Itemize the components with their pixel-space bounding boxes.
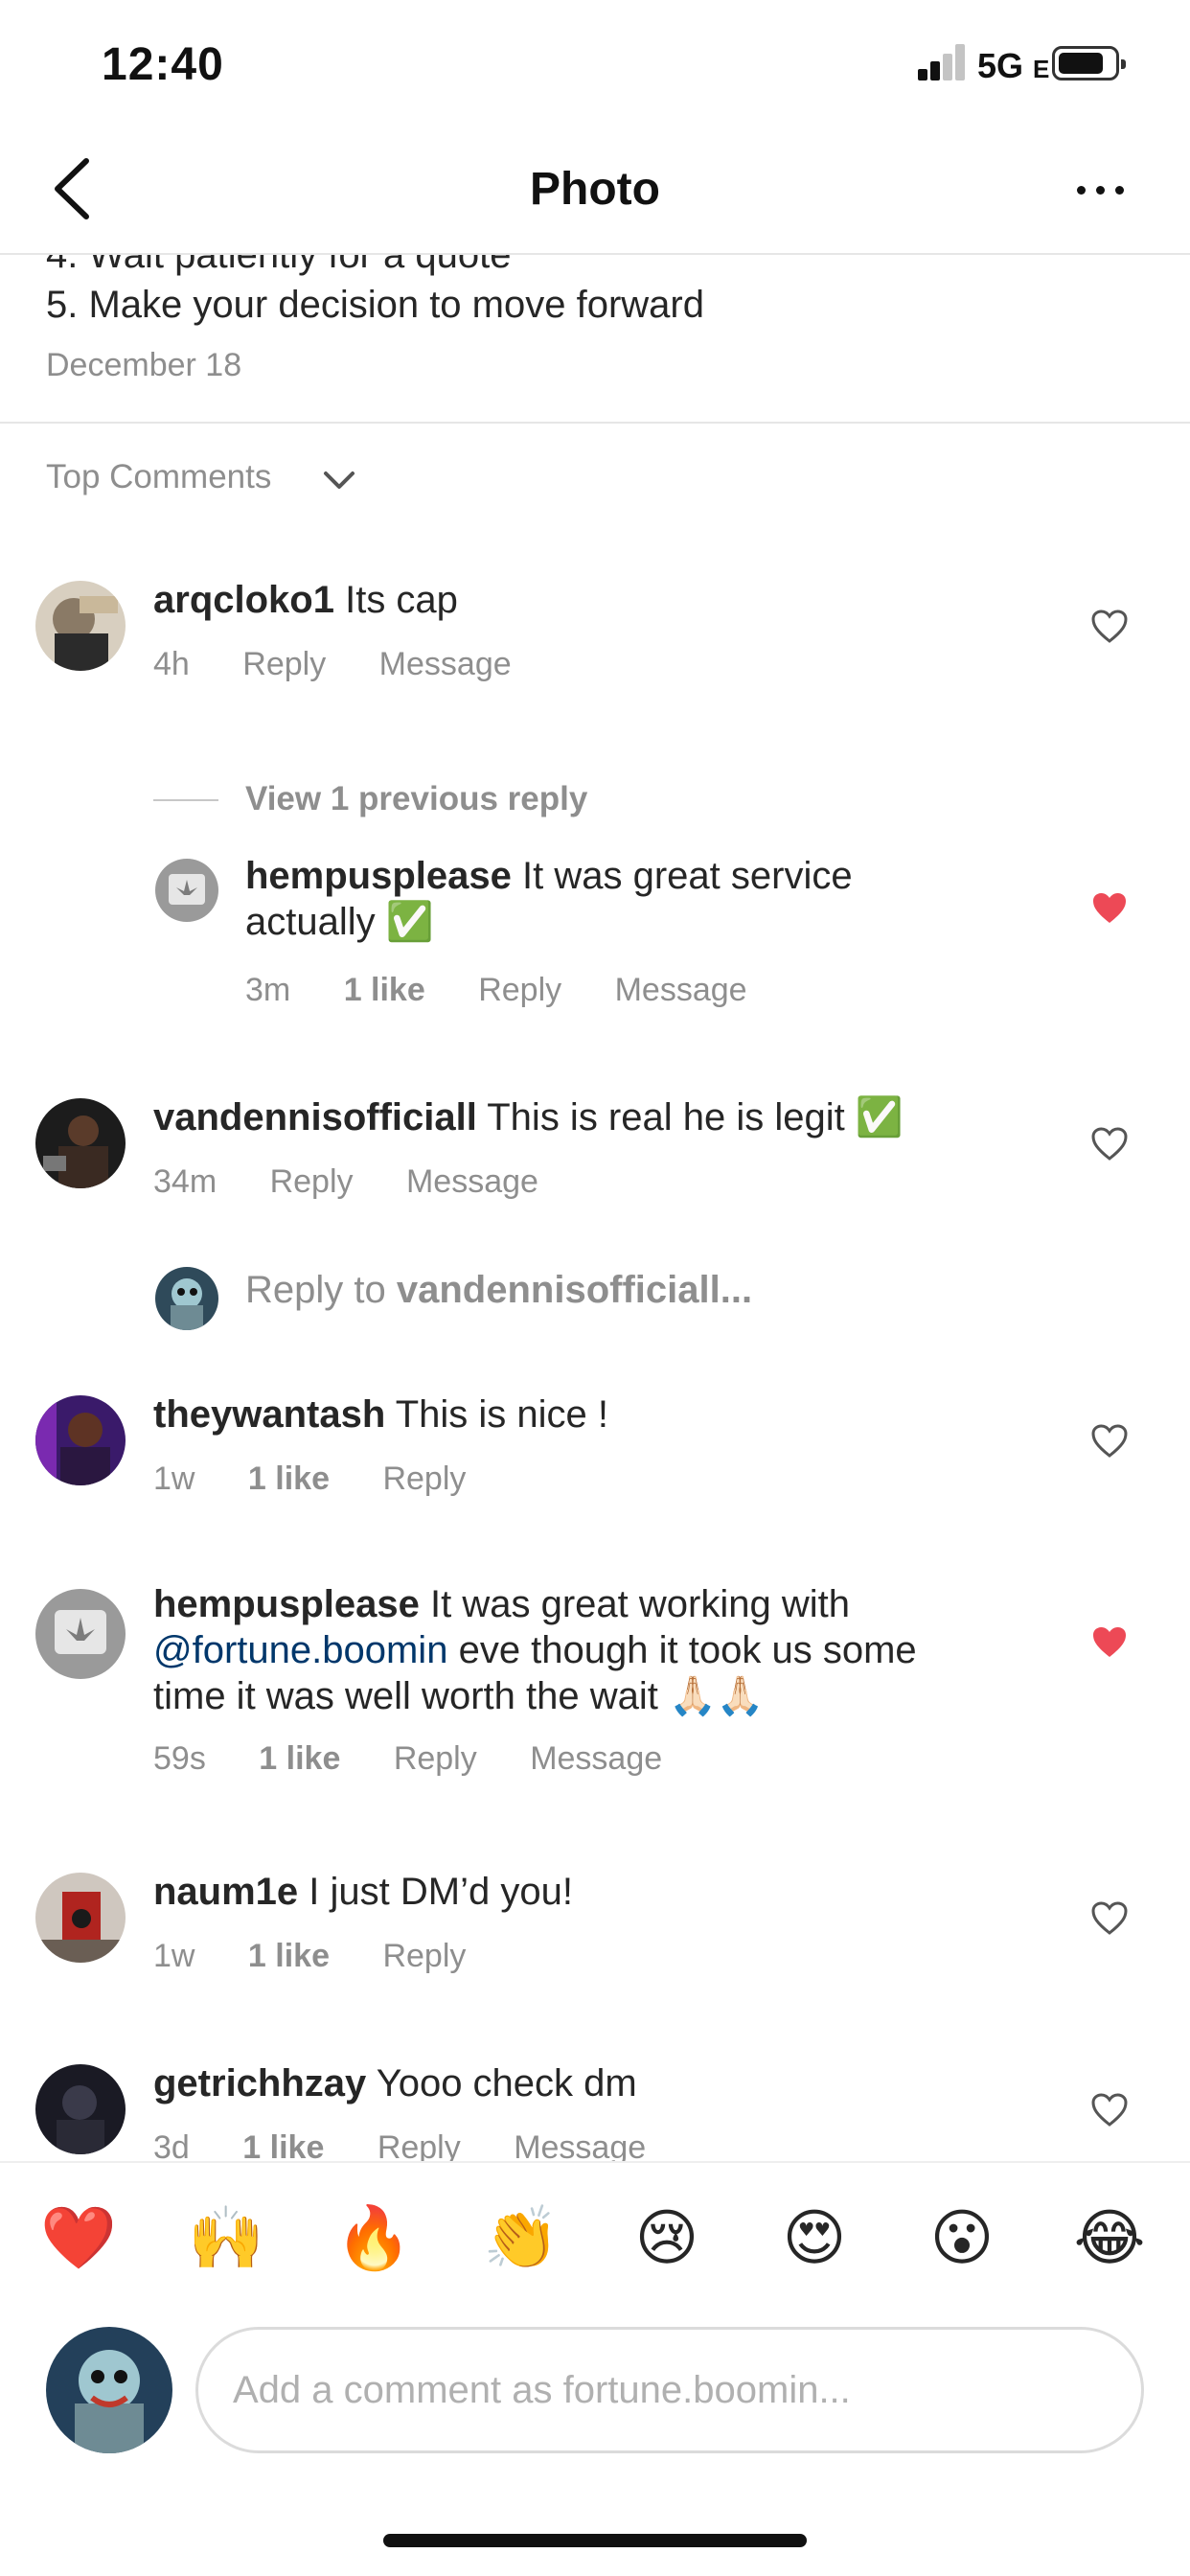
more-options-icon[interactable] (1073, 174, 1131, 203)
heart-filled-icon[interactable] (1090, 891, 1129, 926)
emoji-surprised-button[interactable]: 😮 (926, 2201, 998, 2274)
mention-link[interactable]: @fortune.boomin (153, 1629, 447, 1671)
comment-time: 3m (245, 972, 291, 1008)
comment-text: arqcloko1 Its cap (153, 579, 458, 621)
comment-time: 1w (153, 1460, 195, 1497)
comment-meta: 34m Reply Message (153, 1163, 583, 1201)
home-indicator[interactable] (383, 2534, 807, 2547)
message-button[interactable]: Message (530, 1740, 662, 1777)
view-replies-line (153, 799, 218, 801)
heart-filled-icon[interactable] (1090, 1625, 1129, 1660)
reply-button[interactable]: Reply (394, 1740, 477, 1777)
comment-text: getrichhzay Yooo check dm (153, 2062, 637, 2104)
comment-text: hempusplease It was great service actuall… (245, 855, 853, 943)
comment-username[interactable]: vandennisofficiall (153, 1096, 477, 1138)
emoji-heart-eyes-button[interactable]: 😍 (778, 2201, 851, 2274)
reply-button[interactable]: Reply (382, 1460, 466, 1497)
comment-text: vandennisofficiall This is real he is le… (153, 1096, 904, 1138)
battery-icon (1052, 46, 1126, 80)
avatar[interactable] (155, 859, 218, 922)
likes-count[interactable]: 1 like (242, 2129, 324, 2161)
caption-line: 5. Make your decision to move forward (46, 284, 704, 326)
reply-button[interactable]: Reply (270, 1163, 354, 1200)
message-button[interactable]: Message (615, 972, 747, 1008)
comment-time: 1w (153, 1938, 195, 1974)
avatar[interactable] (35, 1589, 126, 1679)
chevron-down-icon[interactable] (320, 462, 358, 500)
heart-outline-icon[interactable] (1090, 610, 1129, 644)
caption-line: 4. Wait patiently for a quote (46, 255, 512, 276)
comment-username[interactable]: getrichhzay (153, 2062, 366, 2104)
divider (0, 422, 1190, 424)
heart-outline-icon[interactable] (1090, 1424, 1129, 1459)
emoji-raising-hands-button[interactable]: 🙌 (188, 2201, 264, 2274)
post-caption: 4. Wait patiently for a quote 5. Make yo… (0, 255, 1190, 422)
signal-icon (918, 42, 968, 80)
heart-outline-icon[interactable] (1090, 1127, 1129, 1162)
comments-list: arqcloko1 Its cap 4h Reply Message View … (0, 537, 1190, 2161)
emoji-crying-button[interactable]: 😢 (630, 2201, 703, 2274)
reply-button[interactable]: Reply (382, 1938, 466, 1974)
comment-meta: 3m 1 like Reply Message (245, 972, 791, 1009)
emoji-fire-button[interactable]: 🔥 (335, 2201, 412, 2274)
comment-input[interactable] (195, 2327, 1144, 2453)
comment-meta: 1w 1 like Reply (153, 1460, 510, 1498)
heart-outline-icon[interactable] (1090, 2093, 1129, 2128)
comment-meta: 1w 1 like Reply (153, 1938, 510, 1975)
comment-meta: 4h Reply Message (153, 646, 556, 683)
emoji-heart-button[interactable]: ❤️ (40, 2201, 117, 2274)
avatar[interactable] (35, 2064, 126, 2154)
comment-time: 3d (153, 2129, 190, 2161)
message-button[interactable]: Message (379, 646, 512, 682)
comment-username[interactable]: hempusplease (245, 855, 512, 897)
comment-time: 59s (153, 1740, 206, 1777)
avatar[interactable] (35, 581, 126, 671)
avatar[interactable] (35, 1873, 126, 1963)
reply-button[interactable]: Reply (242, 646, 326, 682)
reply-button[interactable]: Reply (378, 2129, 461, 2161)
comment-username[interactable]: naum1e (153, 1871, 298, 1913)
top-comments-label[interactable]: Top Comments (46, 458, 271, 496)
post-date: December 18 (46, 347, 242, 383)
emoji-laughing-button[interactable]: 😂 (1073, 2201, 1146, 2274)
network-type: 5G E (977, 46, 1050, 85)
comment-meta: 59s 1 like Reply Message (153, 1740, 706, 1778)
message-button[interactable]: Message (514, 2129, 646, 2161)
comment-username[interactable]: theywantash (153, 1393, 385, 1436)
comment-meta: 3d 1 like Reply Message (153, 2129, 690, 2161)
likes-count[interactable]: 1 like (259, 1740, 340, 1777)
reply-to-input[interactable]: Reply to vandennisofficiall... (245, 1269, 752, 1312)
message-button[interactable]: Message (406, 1163, 538, 1200)
comment-username[interactable]: hempusplease (153, 1583, 420, 1625)
likes-count[interactable]: 1 like (248, 1938, 330, 1974)
avatar (46, 2327, 172, 2453)
avatar[interactable] (35, 1098, 126, 1188)
view-previous-replies[interactable]: View 1 previous reply (245, 780, 587, 818)
navbar: Photo (0, 125, 1190, 255)
comment-time: 4h (153, 646, 190, 682)
comment-username[interactable]: arqcloko1 (153, 579, 334, 621)
comment-time: 34m (153, 1163, 217, 1200)
comment-text: naum1e I just DM’d you! (153, 1871, 573, 1913)
page-title: Photo (530, 164, 660, 215)
reply-button[interactable]: Reply (478, 972, 561, 1008)
avatar[interactable] (35, 1395, 126, 1485)
comment-text: theywantash This is nice ! (153, 1393, 608, 1436)
emoji-quick-bar: ❤️ 🙌 🔥 👏 😢 😍 😮 😂 (0, 2161, 1190, 2314)
likes-count[interactable]: 1 like (344, 972, 425, 1008)
heart-outline-icon[interactable] (1090, 1901, 1129, 1936)
comment-text: hempusplease It was great working with @f… (153, 1583, 917, 1717)
status-time: 12:40 (102, 39, 224, 90)
emoji-clapping-button[interactable]: 👏 (483, 2201, 560, 2274)
status-bar: 12:40 5G E (0, 0, 1190, 125)
avatar (155, 1267, 218, 1330)
likes-count[interactable]: 1 like (248, 1460, 330, 1497)
